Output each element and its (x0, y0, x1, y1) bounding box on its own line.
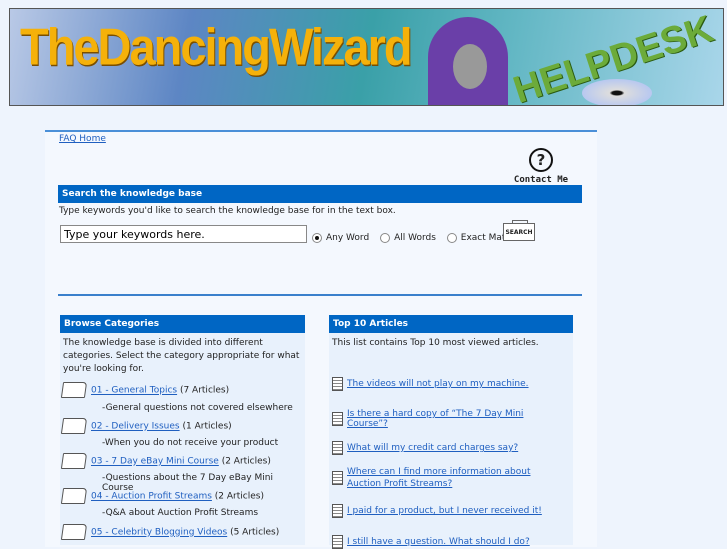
article-link[interactable]: What will my credit card charges say? (347, 443, 518, 453)
article-item: I still have a question. What should I d… (332, 535, 567, 549)
radio-icon (380, 233, 391, 243)
contact-me-button[interactable]: ? Contact Me (508, 148, 574, 185)
cd-icon (582, 79, 652, 105)
article-link[interactable]: The videos will not play on my machine. (347, 379, 529, 389)
search-header: Search the knowledge base (58, 185, 582, 203)
site-logo: TheDancingWizard (20, 17, 413, 76)
search-description: Type keywords you'd like to search the k… (59, 206, 396, 216)
radio-icon (312, 233, 322, 243)
category-count: (1 Articles) (182, 421, 232, 432)
document-icon (332, 471, 343, 485)
document-icon (332, 504, 343, 518)
browse-categories-panel: Browse Categories The knowledge base is … (60, 315, 305, 545)
category-description: -General questions not covered elsewhere (102, 403, 293, 413)
category-link[interactable]: 05 - Celebrity Blogging Videos (91, 528, 227, 538)
category-count: (2 Articles) (221, 456, 271, 467)
folder-icon (60, 524, 88, 540)
article-item: The videos will not play on my machine. (332, 377, 567, 391)
contact-label: Contact Me (513, 175, 569, 185)
help-question-icon: ? (529, 148, 553, 172)
category-item: 02 - Delivery Issues (1 Articles) (60, 418, 232, 434)
header-banner: TheDancingWizard HELPDESK (9, 8, 724, 106)
category-count: (2 Articles) (214, 491, 264, 502)
browse-header: Browse Categories (60, 315, 305, 333)
category-count: (5 Articles) (230, 527, 280, 538)
radio-any-word[interactable]: Any Word (312, 233, 369, 243)
browse-description: The knowledge base is divided into diffe… (63, 338, 300, 374)
category-link[interactable]: 01 - General Topics (91, 386, 177, 396)
top-articles-panel: Top 10 Articles This list contains Top 1… (329, 315, 573, 549)
article-item: Is there a hard copy of “The 7 Day Mini … (332, 409, 567, 429)
article-link[interactable]: I still have a question. What should I d… (347, 537, 530, 547)
search-button[interactable]: SEARCH (503, 220, 535, 241)
folder-icon (60, 418, 88, 434)
category-link[interactable]: 04 - Auction Profit Streams (91, 492, 212, 502)
radio-icon (446, 233, 457, 243)
category-description: -When you do not receive your product (102, 438, 279, 448)
article-link[interactable]: I paid for a product, but I never receiv… (347, 506, 542, 516)
article-item: Where can I find more information about … (332, 466, 567, 490)
category-item: 05 - Celebrity Blogging Videos (5 Articl… (60, 524, 280, 540)
radio-label: All Words (394, 233, 436, 243)
article-item: What will my credit card charges say? (332, 441, 567, 455)
top-articles-description: This list contains Top 10 most viewed ar… (332, 338, 539, 348)
article-link[interactable]: Where can I find more information about … (347, 466, 567, 490)
category-item: 04 - Auction Profit Streams (2 Articles) (60, 488, 264, 504)
article-item: I paid for a product, but I never receiv… (332, 504, 567, 518)
category-description: -Q&A about Auction Profit Streams (102, 508, 259, 518)
category-link[interactable]: 03 - 7 Day eBay Mini Course (91, 457, 219, 467)
match-options: Any Word All Words Exact Match (312, 233, 524, 246)
radio-label: Any Word (326, 233, 370, 243)
wizard-beard (453, 44, 487, 89)
category-link[interactable]: 02 - Delivery Issues (91, 422, 180, 432)
search-input[interactable] (60, 225, 307, 243)
category-count: (7 Articles) (179, 385, 230, 396)
divider (58, 294, 582, 296)
category-item: 03 - 7 Day eBay Mini Course (2 Articles) (60, 453, 271, 469)
radio-all-words[interactable]: All Words (380, 233, 436, 243)
document-icon (332, 535, 343, 549)
faq-home-link[interactable]: FAQ Home (59, 134, 106, 144)
folder-icon (60, 453, 88, 469)
folder-icon (60, 488, 88, 504)
top-articles-header: Top 10 Articles (329, 315, 573, 333)
document-icon (332, 441, 343, 455)
document-icon (332, 377, 343, 391)
document-icon (332, 412, 343, 426)
folder-icon (60, 382, 88, 398)
article-link[interactable]: Is there a hard copy of “The 7 Day Mini … (347, 409, 567, 429)
category-item: 01 - General Topics (7 Articles) (60, 382, 230, 398)
